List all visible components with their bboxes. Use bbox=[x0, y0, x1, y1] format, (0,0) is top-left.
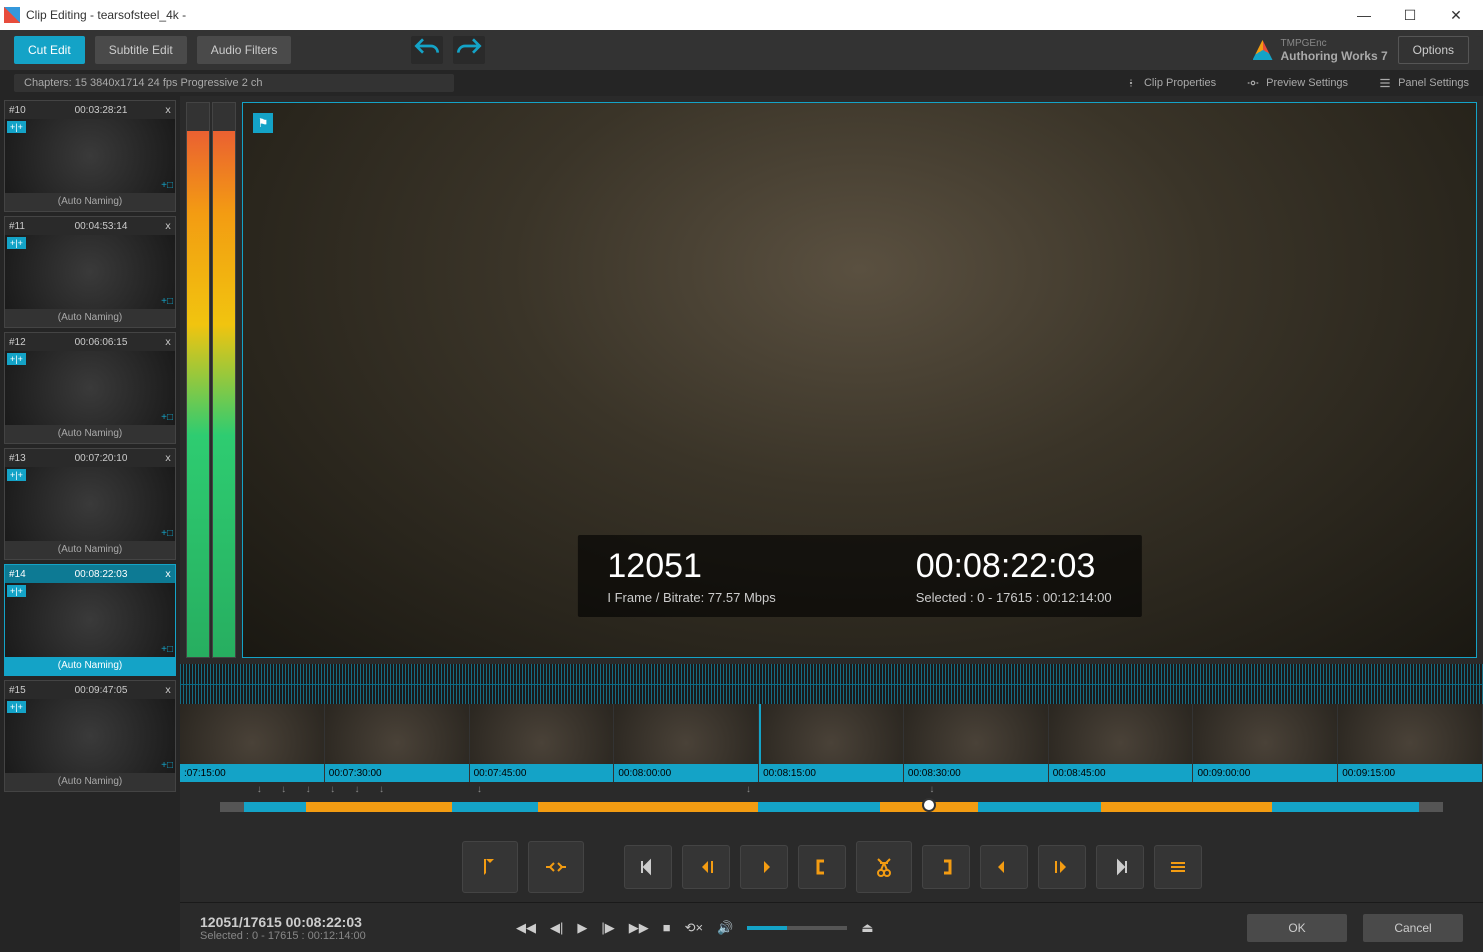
brand-logo: TMPGEnc Authoring Works 7 bbox=[1253, 38, 1388, 63]
loop-button[interactable]: ⟲× bbox=[685, 920, 703, 936]
undo-button[interactable] bbox=[411, 36, 443, 64]
app-icon bbox=[4, 7, 20, 23]
volume-icon[interactable]: 🔊 bbox=[717, 920, 733, 936]
main-toolbar: Cut Edit Subtitle Edit Audio Filters TMP… bbox=[0, 30, 1483, 70]
menu-button[interactable] bbox=[1154, 845, 1202, 889]
chapter-item[interactable]: #1400:08:22:03x+|++□(Auto Naming) bbox=[4, 564, 176, 676]
chapter-item[interactable]: #1300:07:20:10x+|++□(Auto Naming) bbox=[4, 448, 176, 560]
filmstrip-thumb[interactable]: 00:08:15:00 bbox=[759, 704, 904, 782]
minimize-button[interactable]: — bbox=[1341, 0, 1387, 30]
eject-button[interactable]: ⏏ bbox=[861, 920, 873, 936]
frame-info: I Frame / Bitrate: 77.57 Mbps bbox=[607, 590, 775, 605]
ok-button[interactable]: OK bbox=[1247, 914, 1347, 942]
edit-controls bbox=[180, 832, 1483, 902]
split-button[interactable] bbox=[528, 841, 584, 893]
clip-properties-link[interactable]: Clip Properties bbox=[1124, 76, 1216, 90]
frame-number: 12051 bbox=[607, 547, 775, 586]
audio-filters-button[interactable]: Audio Filters bbox=[197, 36, 292, 64]
chapter-item[interactable]: #1100:04:53:14x+|++□(Auto Naming) bbox=[4, 216, 176, 328]
filmstrip-thumb[interactable]: 00:07:30:00 bbox=[325, 704, 470, 782]
filmstrip-thumb[interactable]: 00:09:00:00 bbox=[1193, 704, 1338, 782]
stop-button[interactable]: ■ bbox=[663, 920, 671, 935]
options-button[interactable]: Options bbox=[1398, 36, 1469, 64]
logo-icon bbox=[1253, 40, 1273, 60]
filmstrip-thumb[interactable]: 00:08:00:00 bbox=[614, 704, 759, 782]
audio-waveform[interactable] bbox=[180, 664, 1483, 704]
prev-keyframe-button[interactable] bbox=[624, 845, 672, 889]
close-icon[interactable]: x bbox=[165, 453, 171, 464]
preview-overlay: 12051 I Frame / Bitrate: 77.57 Mbps 00:0… bbox=[577, 535, 1141, 617]
meter-right bbox=[212, 102, 236, 658]
playback-controls: ◀◀ ◀| ▶ |▶ ▶▶ ■ ⟲× 🔊 ⏏ bbox=[516, 920, 874, 936]
meter-left bbox=[186, 102, 210, 658]
time-info: 12051/17615 00:08:22:03 Selected : 0 - 1… bbox=[200, 914, 500, 942]
filmstrip-thumb[interactable]: 00:09:15:00 bbox=[1338, 704, 1483, 782]
play-button[interactable]: ▶ bbox=[577, 920, 587, 936]
chapter-flag-icon: ⚑ bbox=[253, 113, 273, 133]
filmstrip-thumb[interactable]: :07:15:00 bbox=[180, 704, 325, 782]
info-bar: Chapters: 15 3840x1714 24 fps Progressiv… bbox=[0, 70, 1483, 96]
preview-settings-link[interactable]: Preview Settings bbox=[1246, 76, 1348, 90]
step-fwd-button[interactable]: |▶ bbox=[601, 920, 614, 936]
next-keyframe-button[interactable] bbox=[1096, 845, 1144, 889]
maximize-button[interactable]: ☐ bbox=[1387, 0, 1433, 30]
bottom-bar: 12051/17615 00:08:22:03 Selected : 0 - 1… bbox=[180, 902, 1483, 952]
timecode: 00:08:22:03 bbox=[916, 547, 1112, 586]
cut-edit-button[interactable]: Cut Edit bbox=[14, 36, 85, 64]
titlebar: Clip Editing - tearsofsteel_4k - — ☐ ✕ bbox=[0, 0, 1483, 30]
chapter-item[interactable]: #1500:09:47:05x+|++□(Auto Naming) bbox=[4, 680, 176, 792]
volume-slider[interactable] bbox=[747, 926, 847, 930]
mark-out-button[interactable] bbox=[922, 845, 970, 889]
goto-in-button[interactable] bbox=[740, 845, 788, 889]
selected-range: Selected : 0 - 17615 : 00:12:14:00 bbox=[916, 590, 1112, 605]
close-icon[interactable]: x bbox=[165, 105, 171, 116]
close-icon[interactable]: x bbox=[165, 221, 171, 232]
set-chapter-button[interactable] bbox=[462, 841, 518, 893]
goto-out-button[interactable] bbox=[980, 845, 1028, 889]
redo-button[interactable] bbox=[453, 36, 485, 64]
playhead[interactable] bbox=[922, 798, 936, 812]
chapter-sidebar[interactable]: #1000:03:28:21x+|++□(Auto Naming)#1100:0… bbox=[0, 96, 180, 952]
chapter-item[interactable]: #1000:03:28:21x+|++□(Auto Naming) bbox=[4, 100, 176, 212]
subtitle-edit-button[interactable]: Subtitle Edit bbox=[95, 36, 187, 64]
close-button[interactable]: ✕ bbox=[1433, 0, 1479, 30]
close-icon[interactable]: x bbox=[165, 569, 171, 580]
panel-settings-link[interactable]: Panel Settings bbox=[1378, 76, 1469, 90]
filmstrip-thumb[interactable]: 00:08:45:00 bbox=[1049, 704, 1194, 782]
step-back-button[interactable]: ◀| bbox=[550, 920, 563, 936]
window-title: Clip Editing - tearsofsteel_4k - bbox=[26, 8, 1341, 22]
filmstrip-thumb[interactable]: 00:08:30:00 bbox=[904, 704, 1049, 782]
chapter-item[interactable]: #1200:06:06:15x+|++□(Auto Naming) bbox=[4, 332, 176, 444]
mark-in-button[interactable] bbox=[798, 845, 846, 889]
close-icon[interactable]: x bbox=[165, 685, 171, 696]
filmstrip[interactable]: :07:15:0000:07:30:0000:07:45:0000:08:00:… bbox=[180, 704, 1483, 782]
cancel-button[interactable]: Cancel bbox=[1363, 914, 1463, 942]
close-icon[interactable]: x bbox=[165, 337, 171, 348]
timeline-track[interactable]: ↓↓↓↓↓↓↓↓↓ bbox=[180, 782, 1483, 832]
next-frame-button[interactable] bbox=[1038, 845, 1086, 889]
filmstrip-thumb[interactable]: 00:07:45:00 bbox=[470, 704, 615, 782]
video-preview[interactable]: ⚑ 12051 I Frame / Bitrate: 77.57 Mbps 00… bbox=[242, 102, 1477, 658]
prev-frame-button[interactable] bbox=[682, 845, 730, 889]
track-bar[interactable] bbox=[220, 802, 1443, 812]
chapters-info: Chapters: 15 3840x1714 24 fps Progressiv… bbox=[14, 74, 454, 92]
skip-back-button[interactable]: ◀◀ bbox=[516, 920, 536, 936]
cut-button[interactable] bbox=[856, 841, 912, 893]
skip-fwd-button[interactable]: ▶▶ bbox=[629, 920, 649, 936]
audio-meters bbox=[186, 102, 236, 658]
